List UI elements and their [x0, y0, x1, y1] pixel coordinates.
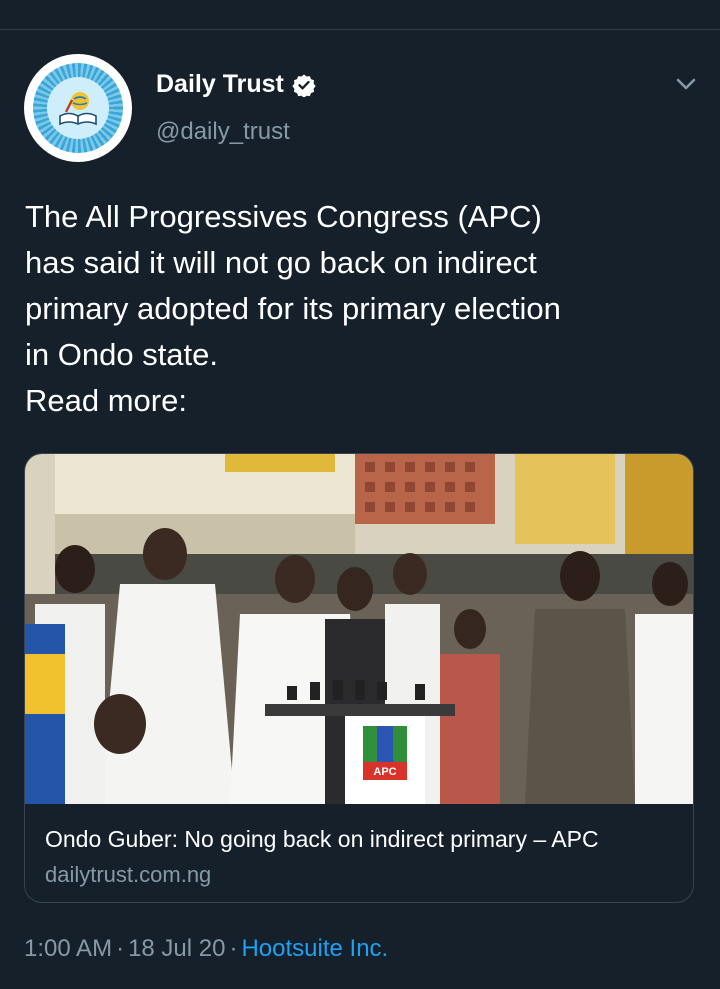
card-domain: dailytrust.com.ng: [45, 862, 212, 887]
tweet-text-line: The All Progressives Congress (APC): [25, 199, 542, 234]
meta-separator: ·: [229, 935, 238, 962]
tweet-date[interactable]: 18 Jul 20: [128, 935, 225, 962]
top-divider: [0, 29, 720, 30]
author-handle[interactable]: @daily_trust: [156, 118, 290, 146]
card-title[interactable]: Ondo Guber: No going back on indirect pr…: [45, 826, 599, 853]
tweet-text: The All Progressives Congress (APC) has …: [25, 194, 695, 424]
verified-badge-icon: [292, 74, 316, 97]
author-name[interactable]: Daily Trust: [156, 70, 284, 99]
tweet-meta: 1:00 AM · 18 Jul 20 · Hootsuite Inc.: [24, 935, 388, 963]
author-row: Daily Trust: [156, 70, 316, 99]
tweet-text-line: Read more:: [25, 383, 187, 418]
tweet-time[interactable]: 1:00 AM: [24, 935, 112, 962]
chevron-down-icon[interactable]: [672, 72, 700, 96]
daily-trust-logo-icon: [47, 77, 109, 139]
tweet-source-link[interactable]: Hootsuite Inc.: [241, 935, 388, 962]
avatar-ring: [33, 63, 123, 153]
card-image-overlay-text: APC: [373, 766, 396, 778]
tweet-text-line: has said it will not go back on indirect: [25, 245, 537, 280]
avatar[interactable]: [24, 54, 132, 162]
tweet-text-line: primary adopted for its primary election: [25, 291, 561, 326]
link-card[interactable]: APC Ondo Guber: No going back on indirec…: [24, 453, 694, 903]
meta-separator: ·: [116, 935, 125, 962]
tweet-text-line: in Ondo state.: [25, 337, 219, 372]
card-image[interactable]: APC: [25, 454, 694, 804]
